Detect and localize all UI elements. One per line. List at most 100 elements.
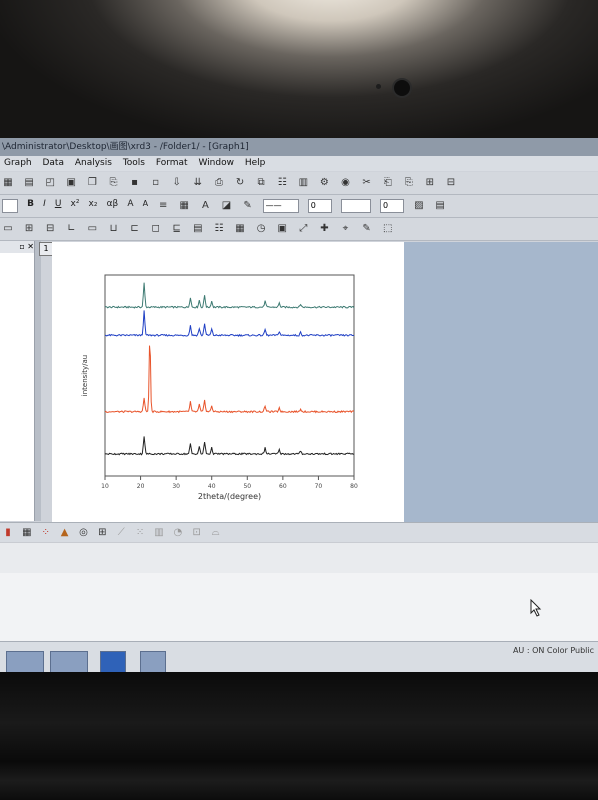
screen-reader-icon[interactable]: ⌖ — [339, 222, 353, 236]
plot-toolbar: ▮ ▦ ⁘ ▲ ◎ ⊞ ⟋ ⁙ ▥ ◔ ⊡ ⌓ — [0, 522, 598, 543]
duplicate-icon[interactable]: ⧉ — [254, 176, 268, 190]
camera-indicator-icon — [376, 84, 381, 89]
increase-font-button[interactable]: A — [127, 199, 133, 209]
command-window-icon[interactable]: ◉ — [339, 176, 353, 190]
menu-graph[interactable]: Graph — [0, 156, 36, 171]
new-matrix-icon[interactable]: ▣ — [64, 176, 78, 190]
axis-l-icon[interactable]: ∟ — [64, 222, 78, 236]
refresh-icon[interactable]: ↻ — [233, 176, 247, 190]
font-color-icon[interactable]: A — [198, 199, 212, 213]
superscript-button[interactable]: x² — [71, 199, 80, 209]
symbol-plot-icon[interactable]: ⁙ — [133, 526, 147, 540]
axis-frame-icon[interactable]: ◻ — [149, 222, 163, 236]
surface-plot-icon[interactable]: ⌓ — [209, 526, 223, 540]
webcam-icon — [392, 78, 412, 98]
project-explorer-icon[interactable]: ☷ — [275, 176, 289, 190]
cut-icon[interactable]: ✂ — [360, 176, 374, 190]
decrease-font-button[interactable]: A — [143, 199, 148, 208]
scatter-icon[interactable]: ⁘ — [39, 526, 53, 540]
polar-icon[interactable]: ◎ — [77, 526, 91, 540]
import-icon[interactable]: ⇩ — [170, 176, 184, 190]
layout-icon[interactable]: ⊞ — [22, 222, 36, 236]
menu-window[interactable]: Window — [194, 156, 238, 171]
taskbar-origin-icon[interactable] — [140, 651, 166, 673]
line-style-select[interactable]: —— — [262, 199, 299, 213]
align-icon[interactable]: ≡ — [156, 199, 170, 213]
graph-page[interactable]: 10 20 30 40 50 60 70 80 2theta/(degree) intensity… — [52, 242, 404, 522]
column-plot-icon[interactable]: ▥ — [152, 526, 166, 540]
line-color-icon[interactable]: ✎ — [241, 199, 255, 213]
menu-tools[interactable]: Tools — [119, 156, 149, 171]
fill-color-icon[interactable]: ◪ — [219, 199, 233, 213]
menu-bar: Graph Data Analysis Tools Format Window … — [0, 156, 598, 171]
taskbar-app-2[interactable] — [50, 651, 88, 673]
copy-icon[interactable]: ⎗ — [381, 176, 395, 190]
screen: \Administrator\Desktop\画图\xrd3 - /Folder… — [0, 138, 598, 674]
laptop-bezel-bottom — [0, 672, 598, 800]
add-layer-icon[interactable]: ⊞ — [423, 176, 437, 190]
open-icon[interactable]: ❐ — [85, 176, 99, 190]
italic-button[interactable]: I — [43, 199, 46, 209]
line-width-select[interactable]: 0 — [307, 199, 332, 213]
axis-u-icon[interactable]: ⊔ — [106, 222, 120, 236]
paste-icon[interactable]: ⎘ — [402, 176, 416, 190]
border-style-select[interactable] — [340, 199, 371, 213]
code-builder-icon[interactable]: ⚙ — [317, 176, 331, 190]
panel-close-icon[interactable]: ▫ ✕ — [0, 241, 34, 253]
save-icon[interactable]: ▪ — [128, 176, 142, 190]
results-log-icon[interactable]: ▥ — [296, 176, 310, 190]
menu-help[interactable]: Help — [241, 156, 270, 171]
new-graph-icon[interactable]: ◰ — [43, 176, 57, 190]
draw-data-icon[interactable]: ✎ — [360, 222, 374, 236]
data-reader-icon[interactable]: ✚ — [317, 222, 331, 236]
print-icon[interactable]: ⎙ — [212, 176, 226, 190]
new-worksheet-icon[interactable]: ▤ — [22, 176, 36, 190]
arrange-icon[interactable]: ⊟ — [43, 222, 57, 236]
fill-pattern-icon[interactable]: ▤ — [433, 199, 447, 213]
pie-plot-icon[interactable]: ◔ — [171, 526, 185, 540]
area-chart-icon[interactable]: ▲ — [58, 526, 72, 540]
rescale-icon[interactable]: ⤢ — [296, 222, 310, 236]
open-template-icon[interactable]: ⎘ — [106, 176, 120, 190]
panel-splitter[interactable] — [35, 241, 41, 521]
underline-button[interactable]: U — [55, 199, 62, 209]
pattern-icon[interactable]: ▨ — [412, 199, 426, 213]
stats-icon[interactable]: ⊞ — [95, 526, 109, 540]
status-text: AU : ON Color Public — [512, 646, 594, 655]
save-template-icon[interactable]: ▫ — [149, 176, 163, 190]
series-line-4 — [104, 436, 355, 456]
x-tick-label-2: 30 — [172, 483, 180, 490]
layer-1-tab[interactable]: 1 — [39, 242, 53, 256]
axis-open-icon[interactable]: ⊏ — [128, 222, 142, 236]
bold-button[interactable]: B — [27, 199, 34, 209]
menu-format[interactable]: Format — [152, 156, 192, 171]
menu-data[interactable]: Data — [38, 156, 68, 171]
border-width-select[interactable]: 0 — [379, 199, 404, 213]
merge-icon[interactable]: ⊟ — [444, 176, 458, 190]
legend-icon[interactable]: ☷ — [212, 222, 226, 236]
subscript-button[interactable]: x₂ — [89, 199, 98, 209]
box-plot-icon[interactable]: ⊡ — [190, 526, 204, 540]
new-project-icon[interactable]: ▦ — [1, 176, 15, 190]
region-icon[interactable]: ⬚ — [381, 222, 395, 236]
bar-chart-icon[interactable]: ▮ — [1, 526, 15, 540]
axis-box-icon[interactable]: ▭ — [85, 222, 99, 236]
menu-analysis[interactable]: Analysis — [71, 156, 116, 171]
timer-icon[interactable]: ◷ — [254, 222, 268, 236]
line-plot-icon[interactable]: ⟋ — [114, 526, 128, 540]
greek-button[interactable]: αβ — [107, 199, 119, 209]
xrd-chart[interactable]: 10 20 30 40 50 60 70 80 2theta/(degree) intensity… — [52, 242, 404, 522]
taskbar-app-1[interactable] — [6, 651, 44, 673]
axis-step-icon[interactable]: ⊑ — [170, 222, 184, 236]
matrix-icon[interactable]: ▣ — [275, 222, 289, 236]
import-multi-icon[interactable]: ⇊ — [191, 176, 205, 190]
x-tick-label-4: 50 — [243, 483, 251, 490]
project-panel: ▫ ✕ — [0, 241, 35, 521]
table-icon[interactable]: ▤ — [191, 222, 205, 236]
template-icon[interactable]: ▦ — [20, 526, 34, 540]
font-select[interactable] — [2, 199, 18, 213]
grid-icon[interactable]: ▦ — [233, 222, 247, 236]
taskbar-word-icon[interactable] — [100, 651, 126, 673]
pointer-icon[interactable]: ▭ — [1, 222, 15, 236]
border-icon[interactable]: ▦ — [177, 199, 191, 213]
